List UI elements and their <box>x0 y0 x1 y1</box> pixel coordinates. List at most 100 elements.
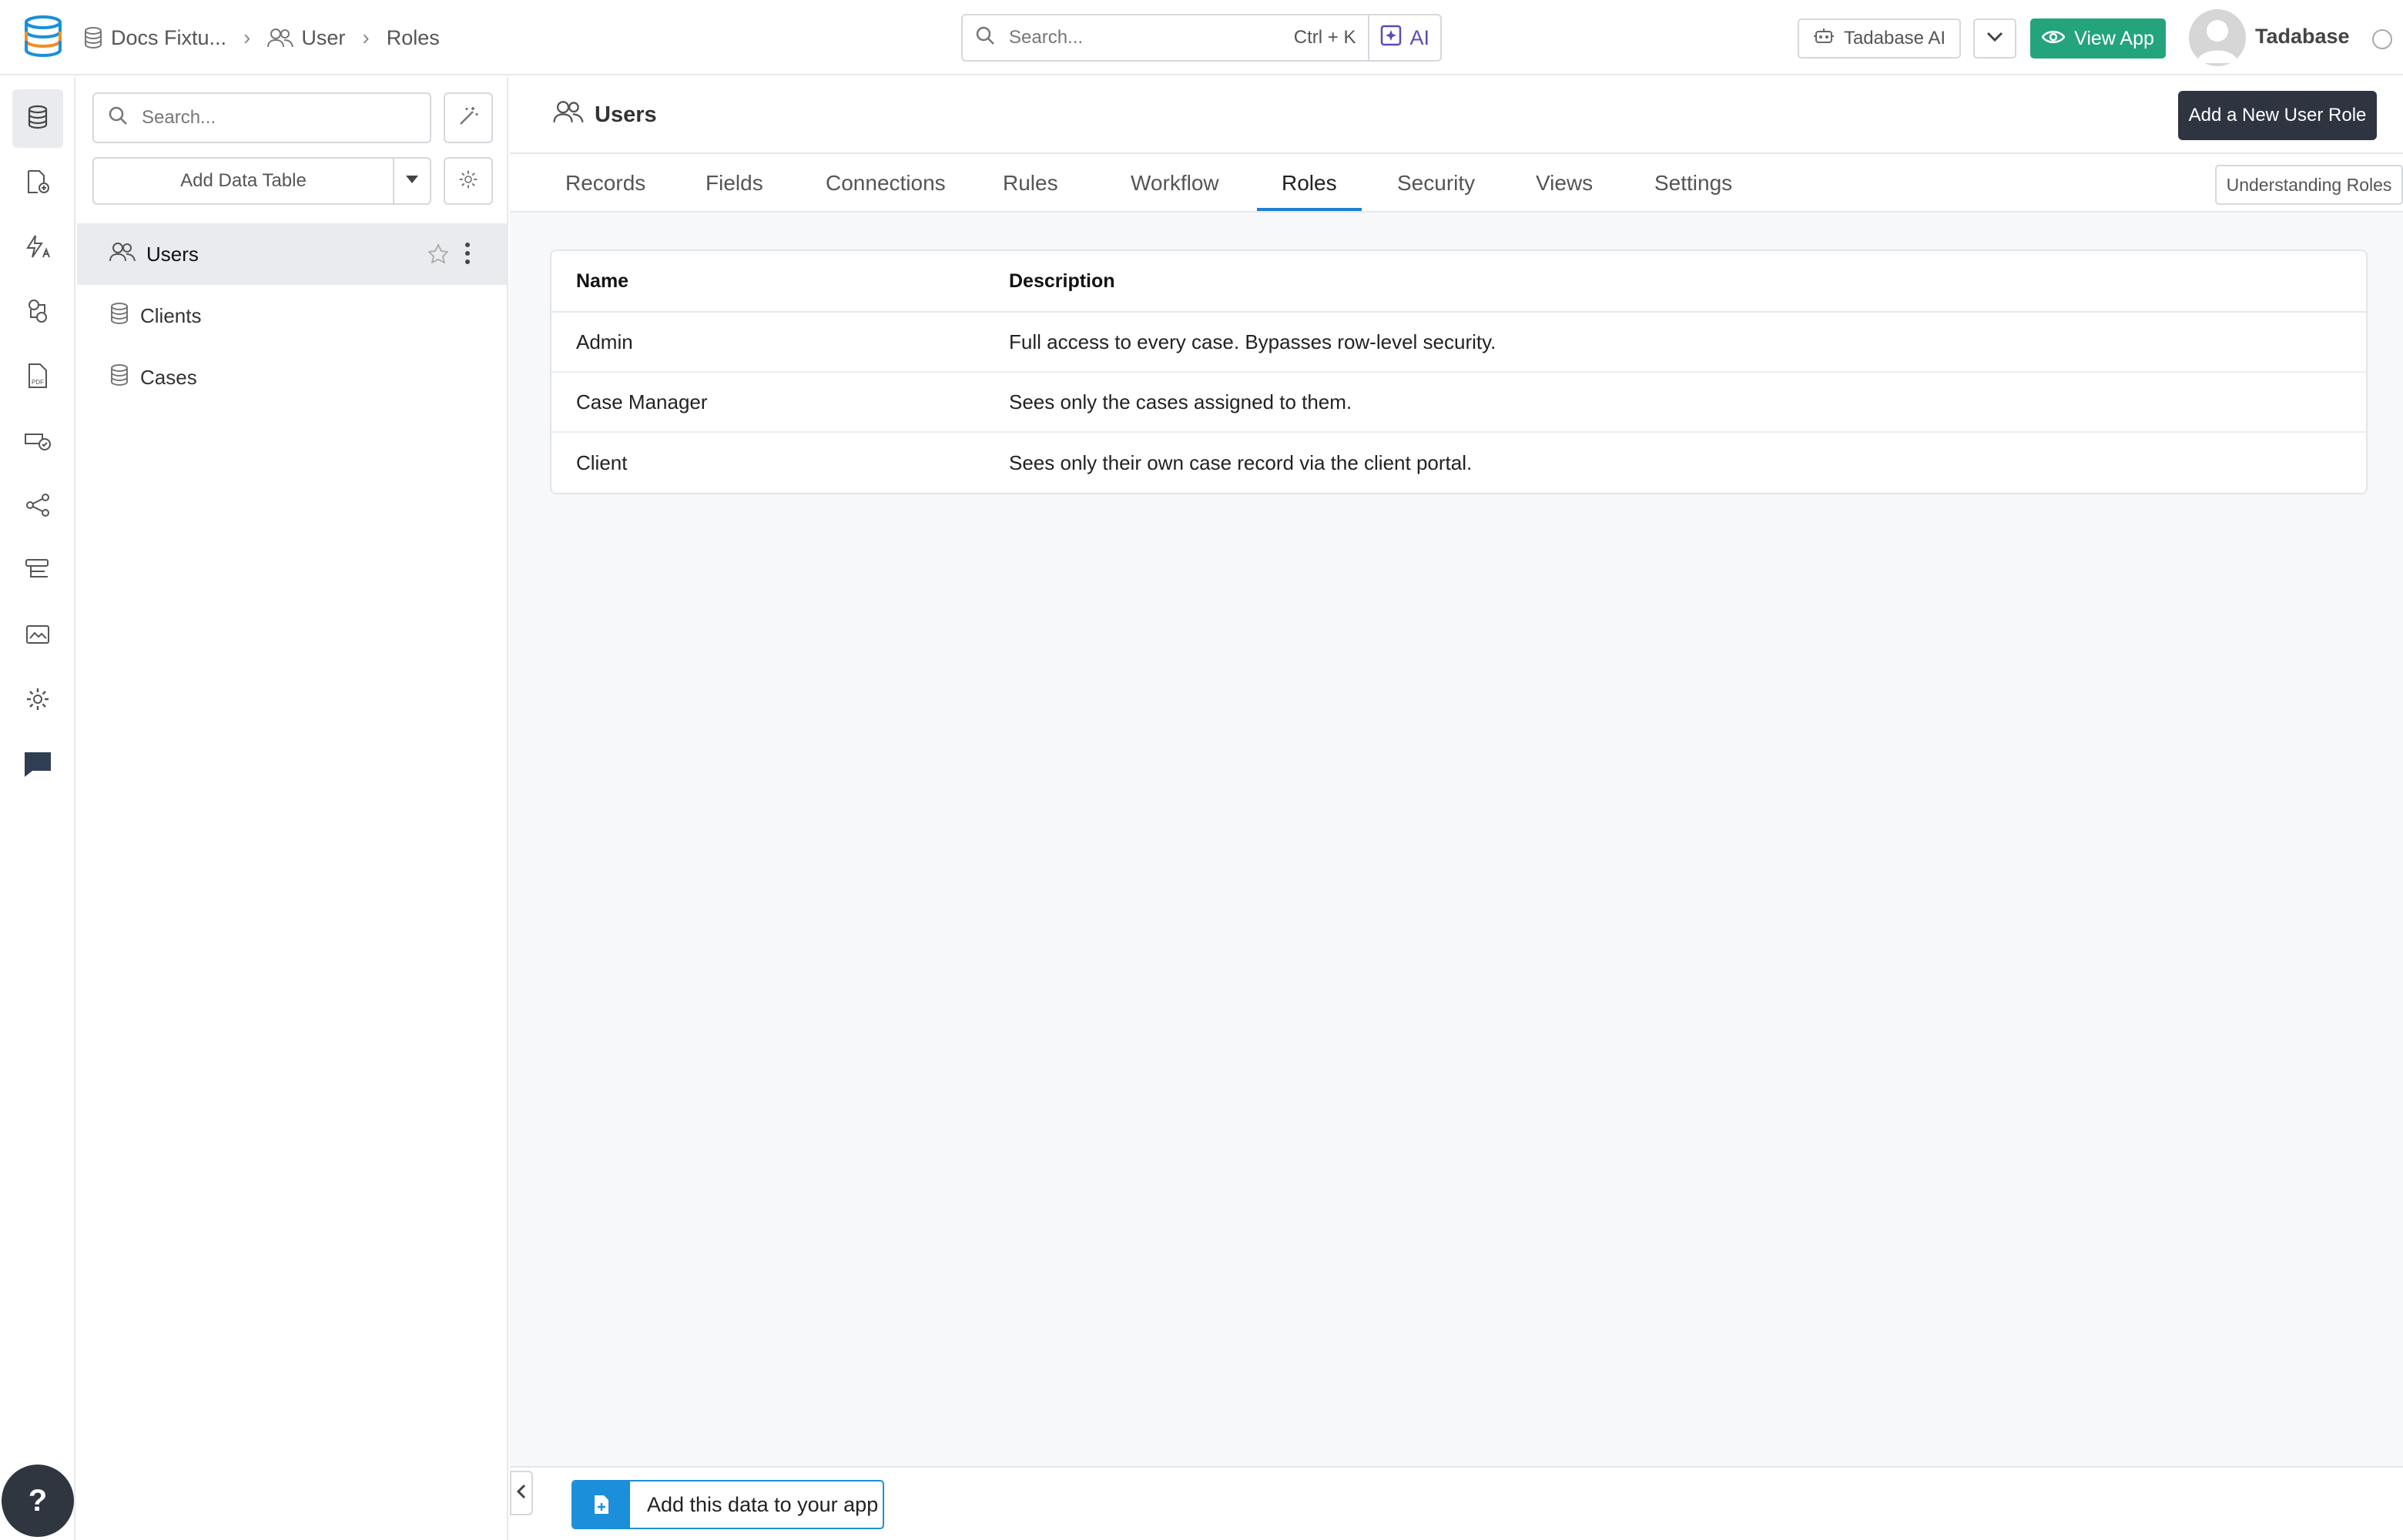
add-table-dropdown[interactable] <box>393 157 431 205</box>
chat-bubble-icon <box>23 749 52 782</box>
users-icon <box>109 242 136 267</box>
tadabase-ai-label: Tadabase AI <box>1843 28 1946 49</box>
app-logo-icon[interactable] <box>23 15 63 60</box>
nav-rail: PDF <box>0 77 75 1540</box>
magic-wand-icon <box>457 105 479 131</box>
understanding-roles-label: Understanding Roles <box>2226 174 2392 195</box>
layout-icon <box>25 558 51 585</box>
roles-table: Name Description Admin Full access to ev… <box>550 249 2368 494</box>
rail-settings[interactable] <box>12 671 63 730</box>
tab-records[interactable]: Records <box>565 154 645 213</box>
pin-icon[interactable] <box>427 243 449 269</box>
breadcrumb-table-label: User <box>301 25 346 49</box>
chevron-right-icon: › <box>243 25 251 49</box>
help-button[interactable]: ? <box>2 1465 74 1537</box>
breadcrumb-table[interactable]: User <box>267 26 345 50</box>
column-header-name[interactable]: Name <box>551 270 1009 293</box>
tab-workflow[interactable]: Workflow <box>1131 154 1219 213</box>
breadcrumb-app[interactable]: Docs Fixtu... <box>83 26 226 50</box>
tab-label: Records <box>565 171 646 195</box>
top-bar: Docs Fixtu... › User › Roles Search... C… <box>0 0 2403 75</box>
table-item-label: Clients <box>140 303 202 327</box>
table-item-cases[interactable]: Cases <box>77 346 507 408</box>
rail-reports[interactable] <box>12 607 63 665</box>
ai-search-label: AI <box>1409 25 1429 49</box>
table-row[interactable]: Case Manager Sees only the cases assigne… <box>551 373 2366 433</box>
rail-pdf[interactable]: PDF <box>12 348 63 407</box>
kebab-menu-icon[interactable] <box>464 240 471 272</box>
svg-text:PDF: PDF <box>32 379 44 386</box>
tab-fields[interactable]: Fields <box>705 154 763 213</box>
role-name: Case Manager <box>576 390 708 413</box>
add-user-role-label: Add a New User Role <box>2188 105 2367 126</box>
more-options-dropdown[interactable] <box>1973 18 2016 59</box>
tab-label: Views <box>1536 171 1594 195</box>
understanding-roles-button[interactable]: Understanding Roles <box>2215 165 2403 205</box>
add-user-role-button[interactable]: Add a New User Role <box>2178 91 2377 140</box>
search-icon <box>108 105 128 131</box>
global-search[interactable]: Search... Ctrl + K AI <box>961 14 1442 62</box>
role-description: Sees only their own case record via the … <box>1009 450 1473 474</box>
footer-bar: Add this data to your app <box>510 1466 2403 1540</box>
tab-label: Roles <box>1282 171 1337 195</box>
help-label: ? <box>28 1483 48 1518</box>
table-row[interactable]: Client Sees only their own case record v… <box>551 433 2366 493</box>
magic-wand-button[interactable] <box>444 92 493 143</box>
avatar[interactable] <box>2189 9 2246 66</box>
rail-scheduled[interactable] <box>12 413 63 471</box>
breadcrumb: Docs Fixtu... › User › Roles <box>83 22 440 54</box>
page-title: Users <box>553 100 657 129</box>
database-icon <box>109 363 129 391</box>
table-header: Name Description <box>551 251 2366 313</box>
add-data-to-app-label: Add this data to your app <box>647 1492 879 1516</box>
tab-connections[interactable]: Connections <box>826 154 946 213</box>
database-icon <box>83 27 103 49</box>
global-search-input[interactable]: Search... <box>1009 27 1294 49</box>
breadcrumb-current[interactable]: Roles <box>387 26 440 50</box>
table-item-label: Cases <box>140 365 197 389</box>
database-icon <box>26 105 49 133</box>
table-item-label: Users <box>146 242 199 266</box>
rail-pipes[interactable] <box>12 283 63 342</box>
rail-layouts[interactable] <box>12 542 63 601</box>
tab-roles[interactable]: Roles <box>1282 154 1337 213</box>
robot-icon <box>1813 27 1835 51</box>
add-data-to-app-button[interactable]: Add this data to your app <box>571 1480 884 1529</box>
gear-icon <box>458 169 478 193</box>
ai-search-button[interactable]: AI <box>1368 15 1440 60</box>
rail-automations[interactable] <box>12 219 63 277</box>
rail-connections[interactable] <box>12 477 63 536</box>
table-search-field[interactable]: Search... <box>92 92 431 143</box>
eye-icon <box>2041 28 2066 50</box>
collapse-panel-button[interactable] <box>510 1471 533 1515</box>
caret-down-icon <box>405 174 419 188</box>
tab-settings[interactable]: Settings <box>1654 154 1732 213</box>
add-data-table-button[interactable]: Add Data Table <box>92 157 394 205</box>
view-app-button[interactable]: View App <box>2030 18 2166 59</box>
table-list: Users Clients Cases <box>77 223 507 408</box>
tadabase-ai-button[interactable]: Tadabase AI <box>1798 18 1961 59</box>
pdf-icon: PDF <box>27 363 49 393</box>
rail-chat[interactable] <box>12 736 63 795</box>
integration-icon <box>26 299 49 327</box>
rail-pages[interactable] <box>12 154 63 213</box>
status-indicator-icon <box>2372 29 2392 49</box>
column-header-description[interactable]: Description <box>1009 270 2366 293</box>
table-search-input[interactable]: Search... <box>142 107 216 129</box>
table-row[interactable]: Admin Full access to every case. Bypasse… <box>551 313 2366 373</box>
table-settings-button[interactable] <box>444 157 493 205</box>
user-name[interactable]: Tadabase <box>2255 25 2350 49</box>
gear-icon <box>25 687 50 715</box>
tab-security[interactable]: Security <box>1397 154 1475 213</box>
table-item-clients[interactable]: Clients <box>77 285 507 346</box>
users-icon <box>267 28 294 48</box>
tab-rules[interactable]: Rules <box>1003 154 1058 213</box>
active-tab-indicator <box>1257 208 1362 211</box>
tab-views[interactable]: Views <box>1536 154 1593 213</box>
main-content: Users Add a New User Role Records Fields… <box>510 77 2403 1540</box>
tab-label: Security <box>1397 171 1476 195</box>
rail-data-tables[interactable] <box>12 89 63 148</box>
table-item-users[interactable]: Users <box>77 223 507 285</box>
role-description: Full access to every case. Bypasses row-… <box>1009 330 1496 353</box>
tab-label: Settings <box>1654 171 1733 195</box>
